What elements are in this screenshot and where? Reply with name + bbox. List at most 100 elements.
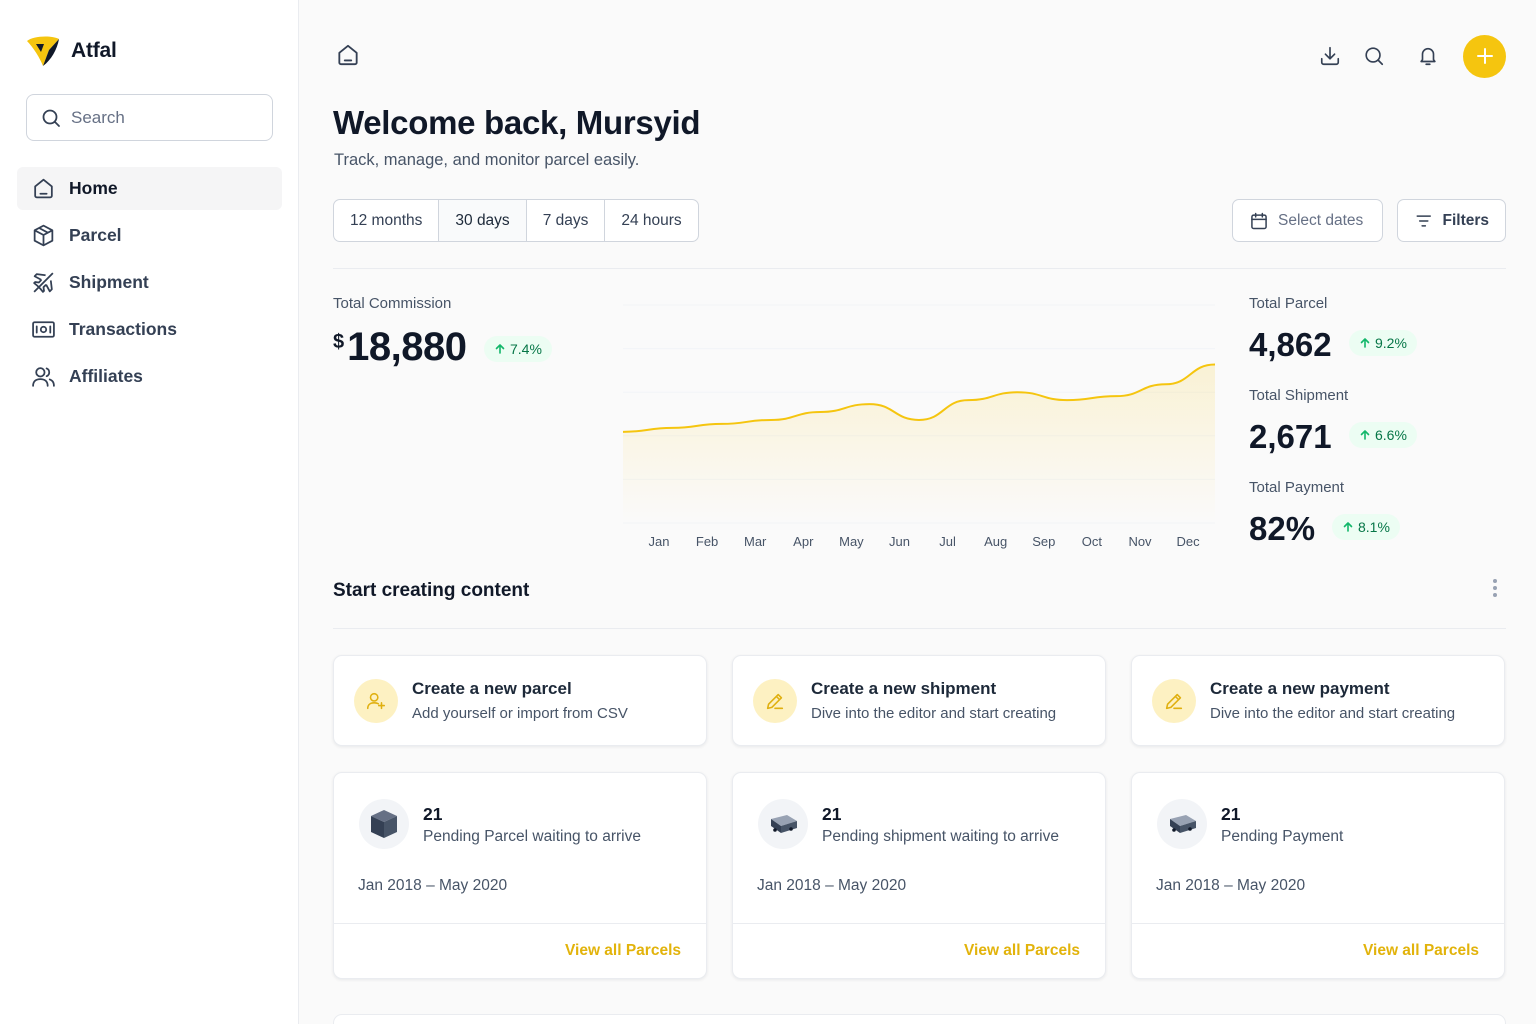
pending-payment-card: 21 Pending Payment Jan 2018 – May 2020 V… bbox=[1131, 772, 1505, 979]
view-all-parcels-link[interactable]: View all Parcels bbox=[964, 942, 1080, 960]
range-7-days[interactable]: 7 days bbox=[527, 200, 606, 241]
select-dates-label: Select dates bbox=[1278, 211, 1364, 229]
commission-change-badge: 7.4% bbox=[484, 336, 552, 362]
range-12-months[interactable]: 12 months bbox=[334, 200, 440, 241]
pending-description: Pending Payment bbox=[1221, 828, 1344, 845]
sidebar-item-label: Shipment bbox=[69, 272, 149, 292]
arrow-up-icon bbox=[1360, 430, 1370, 440]
search-icon bbox=[42, 109, 60, 127]
action-subtitle: Dive into the editor and start creating bbox=[1210, 705, 1456, 722]
filter-lines-icon bbox=[1416, 214, 1431, 227]
stat-label-payment: Total Payment bbox=[1249, 479, 1345, 496]
pending-description: Pending Parcel waiting to arrive bbox=[423, 828, 641, 845]
sidebar-item-shipment[interactable]: Shipment bbox=[17, 261, 282, 304]
pending-date-range: Jan 2018 – May 2020 bbox=[757, 877, 907, 894]
select-dates-button[interactable]: Select dates bbox=[1232, 199, 1383, 242]
chart-x-tick-label: Jan bbox=[649, 534, 670, 549]
chart-x-tick-label: Aug bbox=[984, 534, 1007, 549]
stat-badge-payment: 8.1% bbox=[1332, 514, 1400, 540]
action-title: Create a new payment bbox=[1210, 679, 1390, 698]
action-title: Create a new shipment bbox=[811, 679, 997, 698]
stat-value-parcel: 4,862 bbox=[1249, 326, 1332, 363]
stat-badge-parcel: 9.2% bbox=[1349, 330, 1417, 356]
pencil-icon bbox=[753, 678, 797, 723]
chart-x-tick-label: Nov bbox=[1128, 534, 1152, 549]
create-shipment-card[interactable]: Create a new shipment Dive into the edit… bbox=[732, 655, 1106, 746]
more-options-icon[interactable] bbox=[1486, 576, 1504, 600]
filters-label: Filters bbox=[1442, 211, 1489, 229]
banknote-icon bbox=[30, 317, 56, 343]
stat-label-parcel: Total Parcel bbox=[1249, 295, 1328, 312]
card-divider bbox=[733, 923, 1105, 924]
stat-badge-shipment: 6.6% bbox=[1349, 422, 1417, 448]
chart-x-tick-label: Dec bbox=[1177, 534, 1201, 549]
range-30-days[interactable]: 30 days bbox=[439, 200, 527, 241]
action-title: Create a new parcel bbox=[412, 679, 572, 698]
search-input[interactable] bbox=[71, 107, 251, 128]
breadcrumb-home-icon[interactable] bbox=[335, 42, 361, 73]
logo-icon bbox=[27, 36, 59, 66]
home-icon bbox=[30, 176, 56, 202]
sidebar-item-home[interactable]: Home bbox=[17, 167, 282, 210]
chart-x-tick-label: Oct bbox=[1082, 534, 1103, 549]
search-icon[interactable] bbox=[1352, 34, 1396, 78]
download-icon[interactable] bbox=[1308, 34, 1352, 78]
sidebar-item-label: Affiliates bbox=[69, 366, 143, 386]
top-actions bbox=[1308, 34, 1506, 78]
action-subtitle: Dive into the editor and start creating bbox=[811, 705, 1057, 722]
sidebar-item-label: Transactions bbox=[69, 319, 177, 339]
time-range-selector: 12 months 30 days 7 days 24 hours bbox=[333, 199, 699, 242]
box-icon bbox=[30, 223, 56, 249]
pending-date-range: Jan 2018 – May 2020 bbox=[1156, 877, 1306, 894]
card-icon bbox=[1157, 799, 1207, 849]
pending-shipment-card: 21 Pending shipment waiting to arrive Ja… bbox=[732, 772, 1106, 979]
chart-x-tick-label: Sep bbox=[1032, 534, 1055, 549]
commission-chart: Jan Feb Mar Apr May Jun Jul Aug Sep Oct Nov Dec bbox=[622, 304, 1216, 549]
search-box[interactable] bbox=[26, 94, 273, 141]
sidebar-item-transactions[interactable]: Transactions bbox=[17, 308, 282, 351]
commission-number: 18,880 bbox=[347, 325, 467, 369]
pending-count: 21 bbox=[822, 804, 842, 824]
sidebar-item-parcel[interactable]: Parcel bbox=[17, 214, 282, 257]
sidebar-nav: Home Parcel Shipment Transactions Affili… bbox=[17, 167, 282, 402]
arrow-up-icon bbox=[495, 344, 505, 354]
filters-button[interactable]: Filters bbox=[1397, 199, 1506, 242]
chart-x-tick-label: Jul bbox=[939, 534, 956, 549]
bell-icon[interactable] bbox=[1406, 34, 1450, 78]
pending-date-range: Jan 2018 – May 2020 bbox=[358, 877, 508, 894]
arrow-up-icon bbox=[1360, 338, 1370, 348]
airplane-icon bbox=[30, 270, 56, 296]
card-divider bbox=[334, 923, 706, 924]
chart-x-tick-label: Mar bbox=[744, 534, 767, 549]
chart-area bbox=[623, 364, 1215, 523]
view-all-parcels-link[interactable]: View all Parcels bbox=[565, 942, 681, 960]
next-section-card bbox=[333, 1014, 1506, 1024]
chart-x-tick-label: Feb bbox=[696, 534, 718, 549]
chart-x-tick-label: Apr bbox=[793, 534, 814, 549]
pencil-icon bbox=[1152, 678, 1196, 723]
stat-label-shipment: Total Shipment bbox=[1249, 387, 1349, 404]
range-24-hours[interactable]: 24 hours bbox=[605, 200, 697, 241]
view-all-parcels-link[interactable]: View all Parcels bbox=[1363, 942, 1479, 960]
section-title: Start creating content bbox=[333, 580, 530, 601]
add-button[interactable] bbox=[1463, 34, 1506, 78]
sidebar: Atfal Home Parcel Shipment bbox=[0, 0, 299, 1024]
divider bbox=[333, 628, 1506, 629]
commission-label: Total Commission bbox=[333, 295, 452, 312]
brand-name: Atfal bbox=[71, 39, 117, 62]
calendar-icon bbox=[1251, 212, 1267, 229]
brand-logo[interactable]: Atfal bbox=[25, 32, 117, 70]
action-subtitle: Add yourself or import from CSV bbox=[412, 705, 628, 722]
commission-change: 7.4% bbox=[510, 341, 542, 357]
stat-change-shipment: 6.6% bbox=[1375, 427, 1407, 443]
create-payment-card[interactable]: Create a new payment Dive into the edito… bbox=[1131, 655, 1505, 746]
sidebar-item-affiliates[interactable]: Affiliates bbox=[17, 355, 282, 398]
stat-value-shipment: 2,671 bbox=[1249, 418, 1332, 455]
chart-x-tick-label: May bbox=[839, 534, 864, 549]
divider bbox=[333, 268, 1506, 269]
create-parcel-card[interactable]: Create a new parcel Add yourself or impo… bbox=[333, 655, 707, 746]
page-subtitle: Track, manage, and monitor parcel easily… bbox=[334, 151, 640, 169]
stat-value-payment: 82% bbox=[1249, 510, 1316, 547]
stat-change-payment: 8.1% bbox=[1358, 519, 1390, 535]
user-plus-icon bbox=[354, 678, 398, 723]
